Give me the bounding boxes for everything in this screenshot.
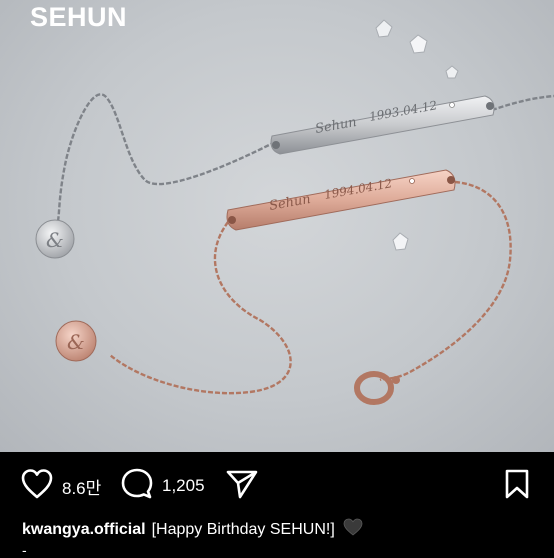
rose-gold-bar: Sehun 1994.04.12: [226, 169, 456, 231]
bracelets-photo: Sehun 1993.04.12 & Sehun 1994.04.12 &: [35, 19, 554, 405]
rose-gold-clasp: [354, 371, 400, 405]
comment-button[interactable]: 1,205: [120, 468, 205, 504]
svg-text:&: &: [46, 228, 64, 252]
post-actions-bar: 8.6만 1,205: [0, 452, 554, 522]
like-count[interactable]: 8.6만: [62, 474, 101, 499]
bookmark-icon: [503, 468, 531, 505]
share-button[interactable]: [225, 468, 259, 504]
silver-bar: Sehun 1993.04.12: [270, 95, 495, 155]
post-image[interactable]: Sehun 1993.04.12 & Sehun 1994.04.12 & SE…: [0, 0, 554, 452]
silver-charm: &: [35, 219, 75, 259]
caption-text: [Happy Birthday SEHUN!]: [151, 521, 335, 538]
heart-outline-icon: [20, 468, 54, 505]
comment-count[interactable]: 1,205: [162, 476, 205, 496]
svg-text:&: &: [67, 330, 85, 354]
save-button[interactable]: [503, 468, 531, 504]
rose-gold-charm: &: [55, 320, 97, 362]
caption-username[interactable]: kwangya.official: [22, 521, 146, 538]
paper-plane-icon: [225, 468, 259, 505]
comment-bubble-icon: [120, 467, 154, 506]
post-caption: kwangya.official [Happy Birthday SEHUN!]: [22, 518, 363, 541]
black-heart-icon: [343, 518, 363, 541]
brand-watermark: SEHUN: [30, 2, 128, 32]
crystal-gems: [375, 19, 459, 251]
like-button[interactable]: 8.6만: [20, 468, 101, 504]
caption-more[interactable]: -: [22, 542, 27, 558]
